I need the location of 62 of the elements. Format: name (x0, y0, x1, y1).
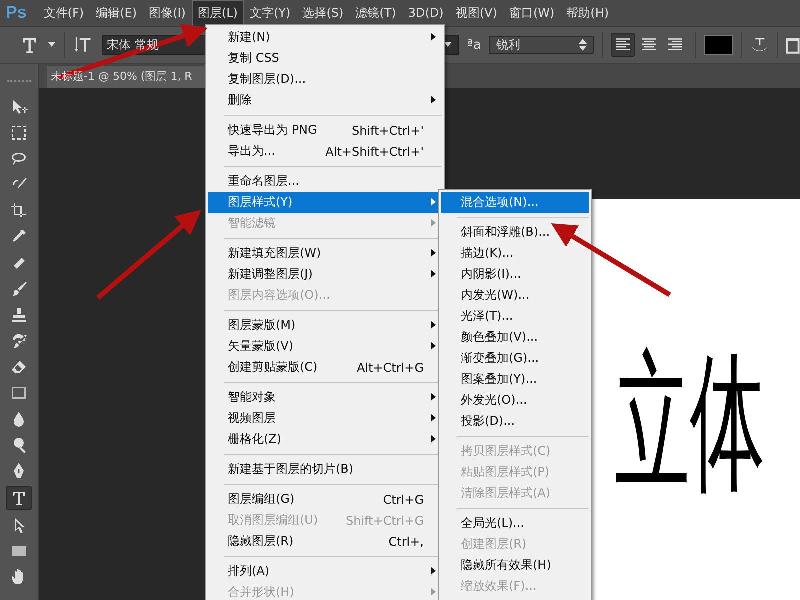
shortcut-text: Shift+Ctrl+G (346, 514, 424, 528)
antialias-icon: ªa (467, 38, 482, 52)
caret-icon[interactable] (48, 42, 56, 48)
align-center-icon (640, 38, 657, 52)
menu-item[interactable]: 描边(K)... (441, 243, 589, 264)
menu-item[interactable]: 视频图层 (208, 408, 442, 429)
caret-icon (444, 42, 452, 48)
menu-item[interactable]: 栅格化(Z) (208, 429, 442, 450)
antialias-dropdown[interactable]: 锐利 (489, 36, 594, 54)
shortcut-text: Shift+Ctrl+' (352, 124, 424, 138)
menu-item[interactable]: 矢量蒙版(V) (208, 336, 442, 357)
menu-bar-item[interactable]: 3D(D) (403, 2, 449, 24)
shortcut-text: Ctrl+, (388, 534, 424, 548)
menu-item[interactable]: 内阴影(I)... (441, 264, 589, 285)
menu-bar-item[interactable]: 文字(Y) (244, 0, 296, 26)
app-logo: Ps (6, 3, 27, 23)
menu-item[interactable]: 混合选项(N)... (441, 192, 589, 213)
menu-item[interactable]: 图层蒙版(M) (208, 315, 442, 336)
menu-item[interactable]: 斜面和浮雕(B)... (441, 222, 589, 243)
menu-item[interactable]: 外发光(O)... (441, 390, 589, 411)
menu-item[interactable]: 隐藏图层(R) Ctrl+, (208, 531, 442, 552)
menu-item[interactable]: 创建剪贴蒙版(C) Alt+Ctrl+G (208, 357, 442, 378)
menu-item[interactable]: 隐藏所有效果(H) (441, 555, 589, 576)
menu-item[interactable]: 智能对象 (208, 387, 442, 408)
menu-item[interactable]: 光泽(T)... (441, 306, 589, 327)
menu-item[interactable]: 新建填充图层(W) (208, 243, 442, 264)
menu-item[interactable]: 内发光(W)... (441, 285, 589, 306)
menu-item[interactable]: 导出为... Alt+Shift+Ctrl+' (208, 141, 442, 162)
menu-item[interactable]: 全局光(L)... (441, 513, 589, 534)
menu-item[interactable]: 图案叠加(Y)... (441, 369, 589, 390)
menu-item[interactable]: 投影(D)... (441, 411, 589, 432)
menu-bar-item[interactable]: 视图(V) (450, 0, 502, 26)
menu-bar-item[interactable]: 滤镜(T) (350, 0, 402, 26)
menu-item[interactable]: 新建(N) (208, 27, 442, 48)
menu-item[interactable]: 新建基于图层的切片(B) (208, 459, 442, 480)
menu-item[interactable]: 排列(A) (208, 561, 442, 582)
menu-item[interactable]: 删除 (208, 90, 442, 111)
stepper-icon (578, 39, 587, 51)
align-left-icon (614, 38, 631, 52)
menu-item[interactable]: 图层编组(G) Ctrl+G (208, 489, 442, 510)
shortcut-text: Alt+Shift+Ctrl+' (326, 144, 424, 158)
menu-item[interactable]: 快速导出为 PNG Shift+Ctrl+' (208, 120, 442, 141)
align-right-icon (666, 38, 683, 52)
menu-bar-item[interactable]: 窗口(W) (504, 0, 560, 26)
panels-icon[interactable] (786, 36, 800, 54)
align-button[interactable] (610, 33, 635, 57)
menu-item[interactable]: 颜色叠加(V)... (441, 327, 589, 348)
shortcut-text: Ctrl+G (383, 492, 424, 506)
menu-bar-item[interactable]: 编辑(E) (91, 0, 142, 26)
canvas-text: 立体 (615, 349, 765, 499)
menu-bar-item[interactable]: 图层(L) (192, 0, 243, 26)
menu-item[interactable]: 新建调整图层(J) (208, 264, 442, 285)
text-tool-icon[interactable] (6, 486, 32, 510)
menu-bar-item[interactable]: 选择(S) (298, 0, 349, 26)
menu-bar-item[interactable]: 文件(F) (38, 0, 90, 26)
menu-item[interactable]: 渐变叠加(G)... (441, 348, 589, 369)
shortcut-text: Alt+Ctrl+G (356, 360, 424, 374)
text-color-swatch[interactable] (704, 35, 733, 55)
menu-bar-item[interactable]: 帮助(H) (562, 0, 614, 26)
menu-item[interactable]: 复制 CSS (208, 48, 442, 69)
menu-bar-item[interactable]: 图像(I) (144, 0, 191, 26)
menu-item[interactable]: 重命名图层... (208, 171, 442, 192)
